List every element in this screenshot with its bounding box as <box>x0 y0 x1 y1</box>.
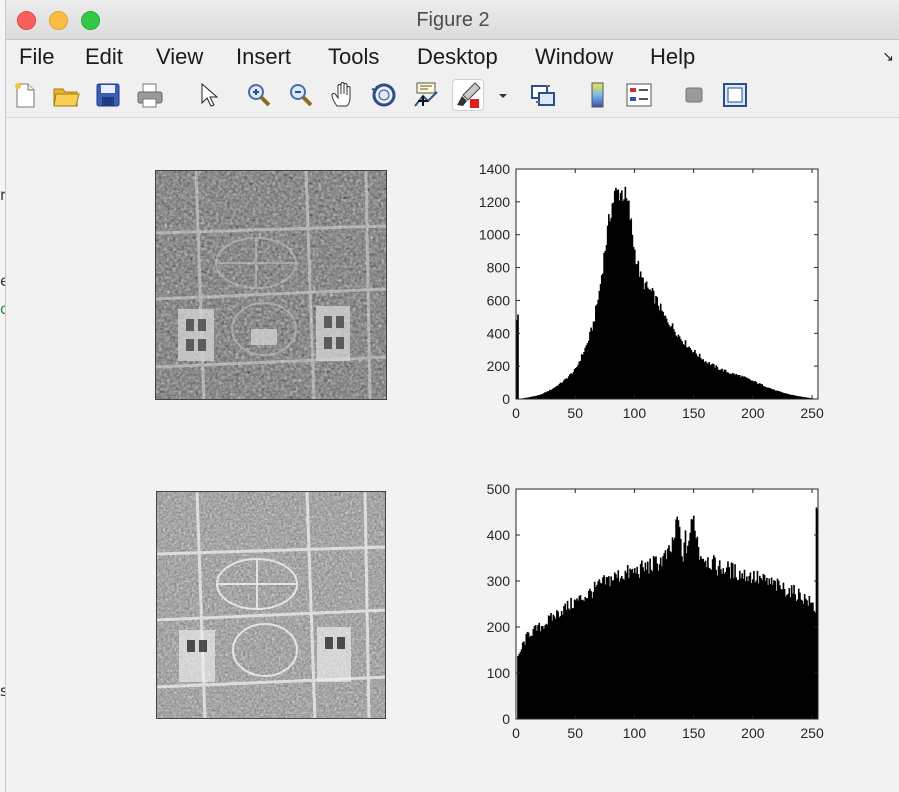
brush-icon[interactable] <box>453 80 483 110</box>
data-cursor-icon[interactable] <box>411 80 441 110</box>
y-tick-label: 200 <box>487 619 511 635</box>
legend-icon[interactable] <box>624 80 654 110</box>
figure-canvas: 0 50 100 150 200 250 0 200 400 600 800 1000 1200 1400… <box>6 119 899 792</box>
print-icon[interactable] <box>135 80 165 110</box>
menu-edit[interactable]: Edit <box>85 44 123 70</box>
x-tick-label: 150 <box>682 725 706 741</box>
title-bar: Figure 2 <box>6 0 899 40</box>
dock-arrow-icon[interactable]: ↘ <box>882 48 894 65</box>
x-tick-label: 250 <box>800 725 824 741</box>
menu-insert[interactable]: Insert <box>236 44 291 70</box>
window-title: Figure 2 <box>416 9 490 31</box>
y-tick-label: 100 <box>487 665 511 681</box>
x-tick-label: 250 <box>800 405 824 421</box>
y-tick-label: 800 <box>487 260 511 276</box>
y-tick-label: 1200 <box>479 194 510 210</box>
y-tick-label: 0 <box>502 391 510 407</box>
figure-window: Figure 2 File Edit View Insert Tools Des… <box>5 0 899 792</box>
y-tick-label: 0 <box>502 711 510 727</box>
menu-file[interactable]: File <box>19 44 54 70</box>
histogram-equalized: 0 50 100 150 200 250 0 100 200 300 400 500 <box>487 481 824 741</box>
new-figure-icon[interactable] <box>10 80 40 110</box>
equalized-aerial-image <box>156 491 386 719</box>
x-tick-label: 200 <box>741 405 765 421</box>
brush-dropdown-icon[interactable] <box>488 80 507 110</box>
menu-bar: File Edit View Insert Tools Desktop Wind… <box>6 40 899 74</box>
y-tick-label: 400 <box>487 527 511 543</box>
x-tick-label: 100 <box>623 405 647 421</box>
menu-view[interactable]: View <box>156 44 203 70</box>
y-tick-label: 400 <box>487 325 511 341</box>
y-tick-label: 1400 <box>479 161 510 177</box>
y-tick-label: 200 <box>487 358 511 374</box>
x-tick-label: 100 <box>623 725 647 741</box>
y-tick-label: 500 <box>487 481 511 497</box>
menu-help[interactable]: Help <box>650 44 695 70</box>
zoom-out-icon[interactable] <box>286 80 316 110</box>
hide-plot-tools-icon[interactable] <box>679 80 709 110</box>
x-tick-label: 0 <box>512 405 520 421</box>
x-tick-label: 50 <box>567 725 583 741</box>
colorbar-icon[interactable] <box>583 80 613 110</box>
menu-desktop[interactable]: Desktop <box>417 44 498 70</box>
y-tick-label: 300 <box>487 573 511 589</box>
x-tick-label: 50 <box>567 405 583 421</box>
x-tick-label: 0 <box>512 725 520 741</box>
toolbar <box>6 74 899 118</box>
x-tick-label: 150 <box>682 405 706 421</box>
x-tick-label: 200 <box>741 725 765 741</box>
show-plot-tools-icon[interactable] <box>720 80 750 110</box>
rotate-3d-icon[interactable] <box>369 80 399 110</box>
link-plot-icon[interactable] <box>528 80 558 110</box>
original-aerial-image <box>155 170 387 400</box>
zoom-in-icon[interactable] <box>244 80 274 110</box>
menu-tools[interactable]: Tools <box>328 44 379 70</box>
save-icon[interactable] <box>93 80 123 110</box>
histogram-original: 0 50 100 150 200 250 0 200 400 600 800 1000 1200 1400 <box>479 161 824 421</box>
y-tick-label: 1000 <box>479 227 510 243</box>
histogram-bar <box>517 314 519 399</box>
y-tick-label: 600 <box>487 292 511 308</box>
open-file-icon[interactable] <box>51 80 81 110</box>
pan-icon[interactable] <box>328 80 358 110</box>
menu-window[interactable]: Window <box>535 44 613 70</box>
pointer-icon[interactable] <box>193 80 223 110</box>
